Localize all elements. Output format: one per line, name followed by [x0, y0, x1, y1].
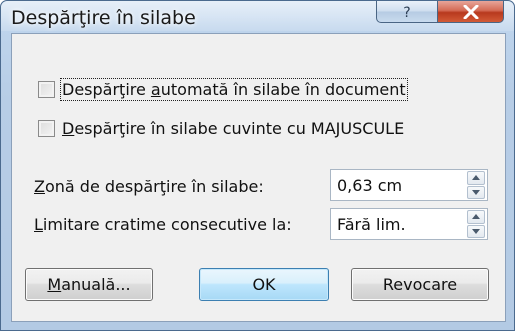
hyphenate-caps-checkbox[interactable]	[38, 120, 55, 137]
consecutive-limit-input[interactable]: Fără lim.	[331, 215, 467, 234]
hyphenation-zone-label: Zonă de despărţire în silabe:	[34, 177, 264, 196]
manual-button[interactable]: Manuală...	[25, 268, 153, 301]
hyphenation-zone-stepper[interactable]: 0,63 cm	[330, 169, 488, 201]
caret-down-icon	[472, 189, 480, 195]
caret-down-icon	[472, 228, 480, 234]
svg-text:?: ?	[403, 5, 410, 20]
close-icon	[463, 4, 478, 19]
hyphenation-dialog: Despărţire în silabe ? Despărţire automa…	[0, 0, 515, 331]
help-button[interactable]: ?	[376, 1, 438, 23]
caret-up-icon	[472, 175, 480, 181]
close-button[interactable]	[437, 1, 504, 23]
dialog-title: Despărţire în silabe	[11, 7, 196, 29]
hyphenation-zone-input[interactable]: 0,63 cm	[331, 176, 467, 195]
auto-hyphenate-option[interactable]: Despărţire automată în silabe în documen…	[38, 78, 408, 101]
limit-increment-button[interactable]	[467, 210, 485, 224]
dialog-content: Despărţire automată în silabe în documen…	[11, 33, 506, 322]
ok-button[interactable]: OK	[199, 268, 329, 301]
zone-increment-button[interactable]	[467, 171, 485, 185]
auto-hyphenate-checkbox[interactable]	[38, 81, 55, 98]
cancel-button[interactable]: Revocare	[351, 268, 489, 301]
consecutive-limit-label: Limitare cratime consecutive la:	[34, 215, 292, 234]
hyphenate-caps-option[interactable]: Despărţire în silabe cuvinte cu MAJUSCUL…	[38, 119, 404, 138]
hyphenate-caps-label: Despărţire în silabe cuvinte cu MAJUSCUL…	[62, 119, 405, 138]
limit-decrement-button[interactable]	[467, 224, 485, 238]
caret-up-icon	[472, 214, 480, 220]
zone-decrement-button[interactable]	[467, 185, 485, 199]
auto-hyphenate-label: Despărţire automată în silabe în documen…	[60, 78, 408, 101]
consecutive-limit-stepper[interactable]: Fără lim.	[330, 208, 488, 240]
help-icon: ?	[403, 5, 410, 20]
